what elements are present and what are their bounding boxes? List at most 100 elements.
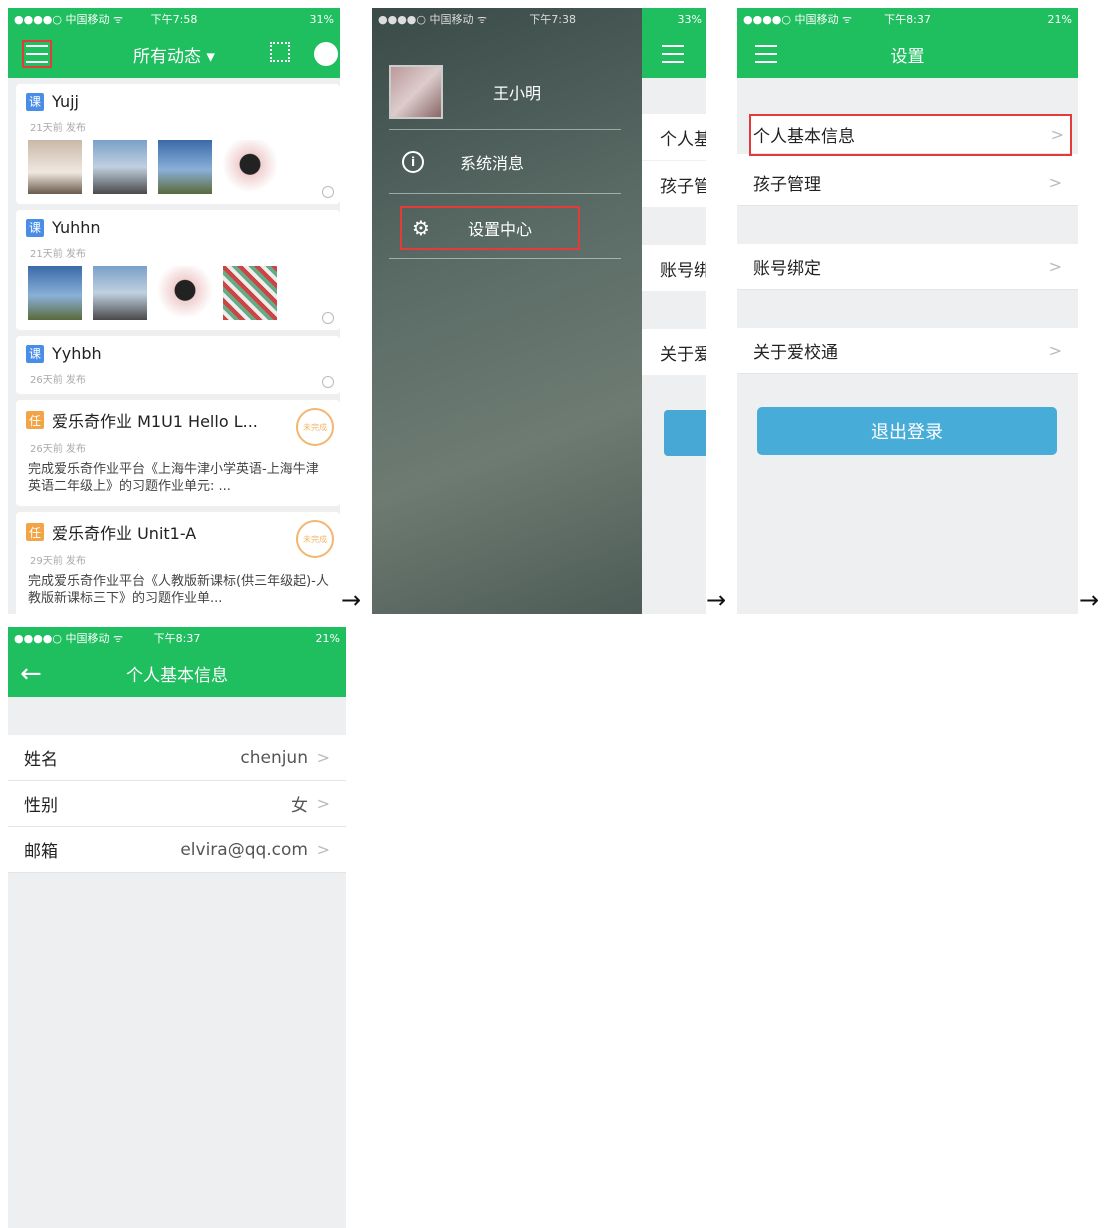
field-value: chenjun bbox=[240, 747, 308, 768]
divider bbox=[389, 258, 621, 259]
battery-label: 31% bbox=[309, 12, 334, 26]
logout-button-peek bbox=[664, 410, 706, 456]
photo-thumbnail[interactable] bbox=[93, 140, 147, 194]
row-label: 孩子管理 bbox=[753, 175, 821, 195]
smiley-icon[interactable] bbox=[322, 376, 334, 388]
settings-row-children[interactable]: 孩子管理 > bbox=[737, 160, 1078, 206]
course-tag: 课 bbox=[26, 344, 44, 363]
carrier-label: ●●●●○ 中国移动 ᯤ bbox=[14, 13, 124, 26]
field-row-gender[interactable]: 性别 女 > bbox=[8, 781, 346, 827]
row-label: 关于爱校通 bbox=[753, 343, 838, 363]
status-time: 下午7:38 bbox=[529, 13, 576, 26]
menu-icon[interactable] bbox=[753, 42, 779, 66]
carrier-label: ●●●●○ 中国移动 ᯤ bbox=[378, 13, 488, 26]
page-title: 个人基本信息 bbox=[126, 665, 228, 686]
chevron-right-icon: > bbox=[316, 794, 330, 813]
field-value: 女 bbox=[291, 796, 308, 816]
card-meta: 29天前 发布 bbox=[30, 556, 86, 567]
settings-row-about[interactable]: 关于爱校通 > bbox=[737, 328, 1078, 374]
card-description: 完成爱乐奇作业平台《人教版新课标(供三年级起)-人教版新课标三下》的习题作业单.… bbox=[28, 574, 329, 606]
smiley-icon[interactable] bbox=[322, 312, 334, 324]
battery-label: 33% bbox=[677, 12, 702, 26]
status-bar: ●●●●○ 中国移动 ᯤ 下午8:37 21% bbox=[737, 8, 1078, 30]
menu-item-label: 系统消息 bbox=[460, 154, 525, 173]
card-meta: 21天前 发布 bbox=[30, 123, 86, 134]
settings-row-account-binding[interactable]: 账号绑定 > bbox=[737, 244, 1078, 290]
divider bbox=[389, 129, 621, 130]
info-icon: i bbox=[402, 151, 424, 173]
field-row-email[interactable]: 邮箱 elvira@qq.com > bbox=[8, 827, 346, 873]
photo-thumbnail[interactable] bbox=[158, 140, 212, 194]
card-title: 爱乐奇作业 Unit1-A bbox=[52, 524, 197, 543]
screen-settings: ●●●●○ 中国移动 ᯤ 下午8:37 21% 设置 个人基本信息 > 孩子管理 >… bbox=[737, 8, 1078, 614]
status-bar: 33% bbox=[642, 8, 706, 30]
qrcode-icon[interactable] bbox=[270, 42, 290, 62]
menu-icon[interactable] bbox=[22, 40, 52, 68]
user-profile[interactable]: 王小明 bbox=[389, 65, 621, 119]
divider bbox=[389, 193, 621, 194]
photo-thumbnail[interactable] bbox=[223, 266, 277, 320]
field-label: 姓名 bbox=[24, 750, 58, 770]
chevron-right-icon: > bbox=[1048, 173, 1062, 192]
nav-bar: 所有动态 ▾ bbox=[8, 30, 340, 78]
status-bar: ●●●●○ 中国移动 ᯤ 下午8:37 21% bbox=[8, 627, 346, 649]
card-title: Yyhbh bbox=[52, 344, 102, 363]
carrier-label: ●●●●○ 中国移动 ᯤ bbox=[14, 632, 124, 645]
feed-card[interactable]: 任爱乐奇作业 M1U1 Hello L... 26天前 发布 完成爱乐奇作业平台… bbox=[16, 400, 340, 506]
settings-row-personal-info[interactable]: 个人基本信息 > bbox=[749, 114, 1072, 156]
feed-card[interactable]: 任爱乐奇作业 Unit1-A 29天前 发布 完成爱乐奇作业平台《人教版新课标(… bbox=[16, 512, 340, 614]
smiley-icon[interactable] bbox=[322, 186, 334, 198]
screen-personal-info: ●●●●○ 中国移动 ᯤ 下午8:37 21% ← 个人基本信息 姓名 chen… bbox=[8, 627, 346, 1228]
gear-icon: ⚙ bbox=[412, 216, 430, 240]
field-row-name[interactable]: 姓名 chenjun > bbox=[8, 735, 346, 781]
battery-label: 21% bbox=[1047, 12, 1072, 26]
carrier-label: ●●●●○ 中国移动 ᯤ bbox=[743, 13, 853, 26]
chevron-right-icon: > bbox=[1048, 257, 1062, 276]
feed-card[interactable]: 课 Yyhbh 26天前 发布 bbox=[16, 336, 340, 394]
feed-card[interactable]: 课 Yuhhn 21天前 发布 bbox=[16, 210, 340, 330]
course-tag: 课 bbox=[26, 92, 44, 111]
course-tag: 课 bbox=[26, 218, 44, 237]
peek-row: 孩子管 bbox=[642, 161, 706, 207]
menu-item-system-messages[interactable]: i 系统消息 bbox=[402, 150, 524, 174]
logout-button[interactable]: 退出登录 bbox=[757, 407, 1057, 455]
photo-thumbnail[interactable] bbox=[158, 266, 212, 320]
chevron-right-icon: > bbox=[316, 840, 330, 859]
flow-arrow: → bbox=[1079, 586, 1100, 614]
status-stamp: 未完成 bbox=[296, 408, 334, 446]
field-label: 邮箱 bbox=[24, 842, 58, 862]
status-stamp: 未完成 bbox=[296, 520, 334, 558]
photo-thumbnail[interactable] bbox=[93, 266, 147, 320]
card-meta: 26天前 发布 bbox=[30, 444, 86, 455]
menu-item-settings[interactable]: ⚙ 设置中心 bbox=[400, 206, 580, 250]
screen-drawer: ●●●●○ 中国移动 ᯤ 下午7:38 王小明 i 系统消息 ⚙ 设置中心 33… bbox=[372, 8, 706, 614]
card-meta: 21天前 发布 bbox=[30, 249, 86, 260]
peek-row: 关于爱 bbox=[642, 329, 706, 375]
card-meta: 26天前 发布 bbox=[30, 375, 86, 386]
task-tag: 任 bbox=[26, 411, 44, 429]
row-label: 账号绑定 bbox=[753, 259, 821, 279]
card-title: Yujj bbox=[52, 92, 79, 111]
status-bar: ●●●●○ 中国移动 ᯤ 下午7:38 bbox=[372, 8, 642, 30]
chevron-right-icon: > bbox=[316, 748, 330, 767]
flow-arrow: → bbox=[341, 586, 362, 614]
card-title: 爱乐奇作业 M1U1 Hello L... bbox=[52, 412, 258, 431]
card-description: 完成爱乐奇作业平台《上海牛津小学英语-上海牛津英语二年级上》的习题作业单元: .… bbox=[28, 462, 319, 494]
username: 王小明 bbox=[493, 84, 542, 103]
avatar-icon[interactable] bbox=[314, 42, 338, 66]
status-bar: ●●●●○ 中国移动 ᯤ 下午7:58 31% bbox=[8, 8, 340, 30]
field-value: elvira@qq.com bbox=[180, 839, 308, 860]
feed-filter-dropdown[interactable]: 所有动态 ▾ bbox=[133, 42, 215, 67]
feed-card[interactable]: 课 Yujj 21天前 发布 bbox=[16, 84, 340, 204]
photo-thumbnail[interactable] bbox=[28, 266, 82, 320]
settings-peek[interactable]: 33% 个人基 孩子管 账号绑 关于爱 bbox=[642, 8, 706, 614]
back-arrow-icon[interactable]: ← bbox=[20, 659, 42, 689]
menu-icon[interactable] bbox=[660, 42, 686, 66]
avatar[interactable] bbox=[389, 65, 443, 119]
nav-bar: ← 个人基本信息 bbox=[8, 649, 346, 697]
photo-thumbnail[interactable] bbox=[223, 140, 277, 194]
photo-thumbnail[interactable] bbox=[28, 140, 82, 194]
flow-arrow: → bbox=[706, 586, 727, 614]
side-drawer: ●●●●○ 中国移动 ᯤ 下午7:38 王小明 i 系统消息 ⚙ 设置中心 bbox=[372, 8, 642, 614]
nav-bar: 设置 bbox=[737, 30, 1078, 78]
